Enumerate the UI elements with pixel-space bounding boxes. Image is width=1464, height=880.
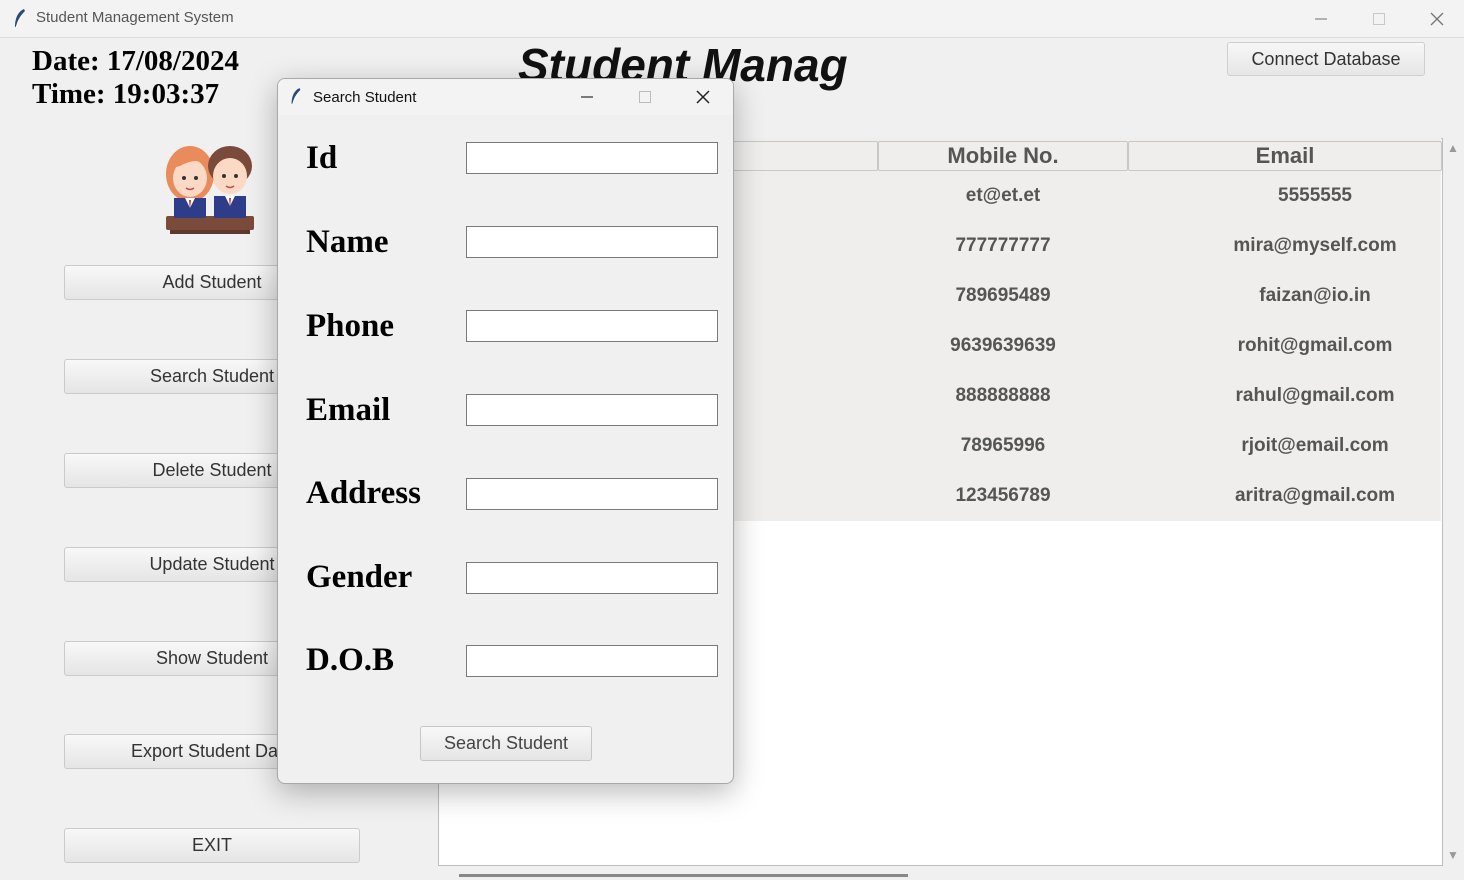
table-cell: 777777777 <box>955 235 1051 256</box>
column-header-mobile[interactable]: Mobile No. <box>878 141 1128 171</box>
table-cell: 123456789 <box>955 485 1051 506</box>
time-label: Time: 19:03:37 <box>32 78 220 110</box>
minimize-icon <box>581 96 593 98</box>
title-bar: Student Management System <box>0 0 1464 38</box>
phone-label: Phone <box>306 308 395 344</box>
table-cell: faizan@io.in <box>1259 285 1371 306</box>
name-label: Name <box>306 224 389 260</box>
close-button[interactable] <box>1408 0 1464 37</box>
table-cell: rohit@gmail.com <box>1237 335 1393 356</box>
column-header-email[interactable]: Email <box>1128 141 1442 171</box>
address-label: Address <box>306 475 421 511</box>
table-cell: 78965996 <box>960 435 1046 456</box>
horizontal-scrollbar[interactable] <box>459 874 908 877</box>
id-field[interactable] <box>466 142 718 174</box>
students-avatar-icon <box>166 146 254 234</box>
column-header[interactable] <box>733 141 878 171</box>
close-icon <box>696 90 710 104</box>
maximize-icon <box>1373 12 1385 25</box>
minimize-button[interactable] <box>1292 0 1350 37</box>
table-cell: 5555555 <box>1278 185 1352 206</box>
search-student-dialog: Search Student Id Name Phone Email Addre… <box>277 78 734 784</box>
table-cell: rahul@gmail.com <box>1235 385 1395 406</box>
table-cell: et@et.et <box>965 185 1041 206</box>
address-field[interactable] <box>466 478 718 510</box>
scroll-down-arrow-icon[interactable]: ▼ <box>1446 848 1460 862</box>
dialog-title: Search Student <box>313 89 417 106</box>
id-label: Id <box>306 140 338 176</box>
table-cell: 888888888 <box>955 385 1051 406</box>
dialog-close-button[interactable] <box>674 79 732 115</box>
maximize-button[interactable] <box>1350 0 1408 37</box>
dialog-maximize-button[interactable] <box>616 79 674 115</box>
scroll-up-arrow-icon[interactable]: ▲ <box>1446 141 1460 155</box>
connect-database-button[interactable]: Connect Database <box>1227 42 1425 76</box>
dob-field[interactable] <box>466 645 718 677</box>
table-cell: aritra@gmail.com <box>1234 485 1396 506</box>
email-field[interactable] <box>466 394 718 426</box>
name-field[interactable] <box>466 226 718 258</box>
minimize-icon <box>1315 17 1327 20</box>
dob-label: D.O.B <box>306 642 395 678</box>
gender-field[interactable] <box>466 562 718 594</box>
phone-field[interactable] <box>466 310 718 342</box>
table-cell: mira@myself.com <box>1233 235 1397 256</box>
email-label: Email <box>306 392 391 428</box>
close-icon <box>1430 12 1444 25</box>
feather-icon <box>291 88 301 105</box>
table-cell: 9639639639 <box>950 335 1056 356</box>
exit-button[interactable]: EXIT <box>64 828 360 863</box>
dialog-minimize-button[interactable] <box>558 79 616 115</box>
feather-icon <box>15 9 25 28</box>
window-title: Student Management System <box>36 9 234 26</box>
table-cell: rjoit@email.com <box>1241 435 1389 456</box>
gender-label: Gender <box>306 559 413 595</box>
date-label: Date: 17/08/2024 <box>32 45 239 77</box>
maximize-icon <box>639 91 651 103</box>
dialog-title-bar: Search Student <box>278 79 733 115</box>
dialog-search-button[interactable]: Search Student <box>420 726 592 761</box>
table-cell: 789695489 <box>955 285 1051 306</box>
